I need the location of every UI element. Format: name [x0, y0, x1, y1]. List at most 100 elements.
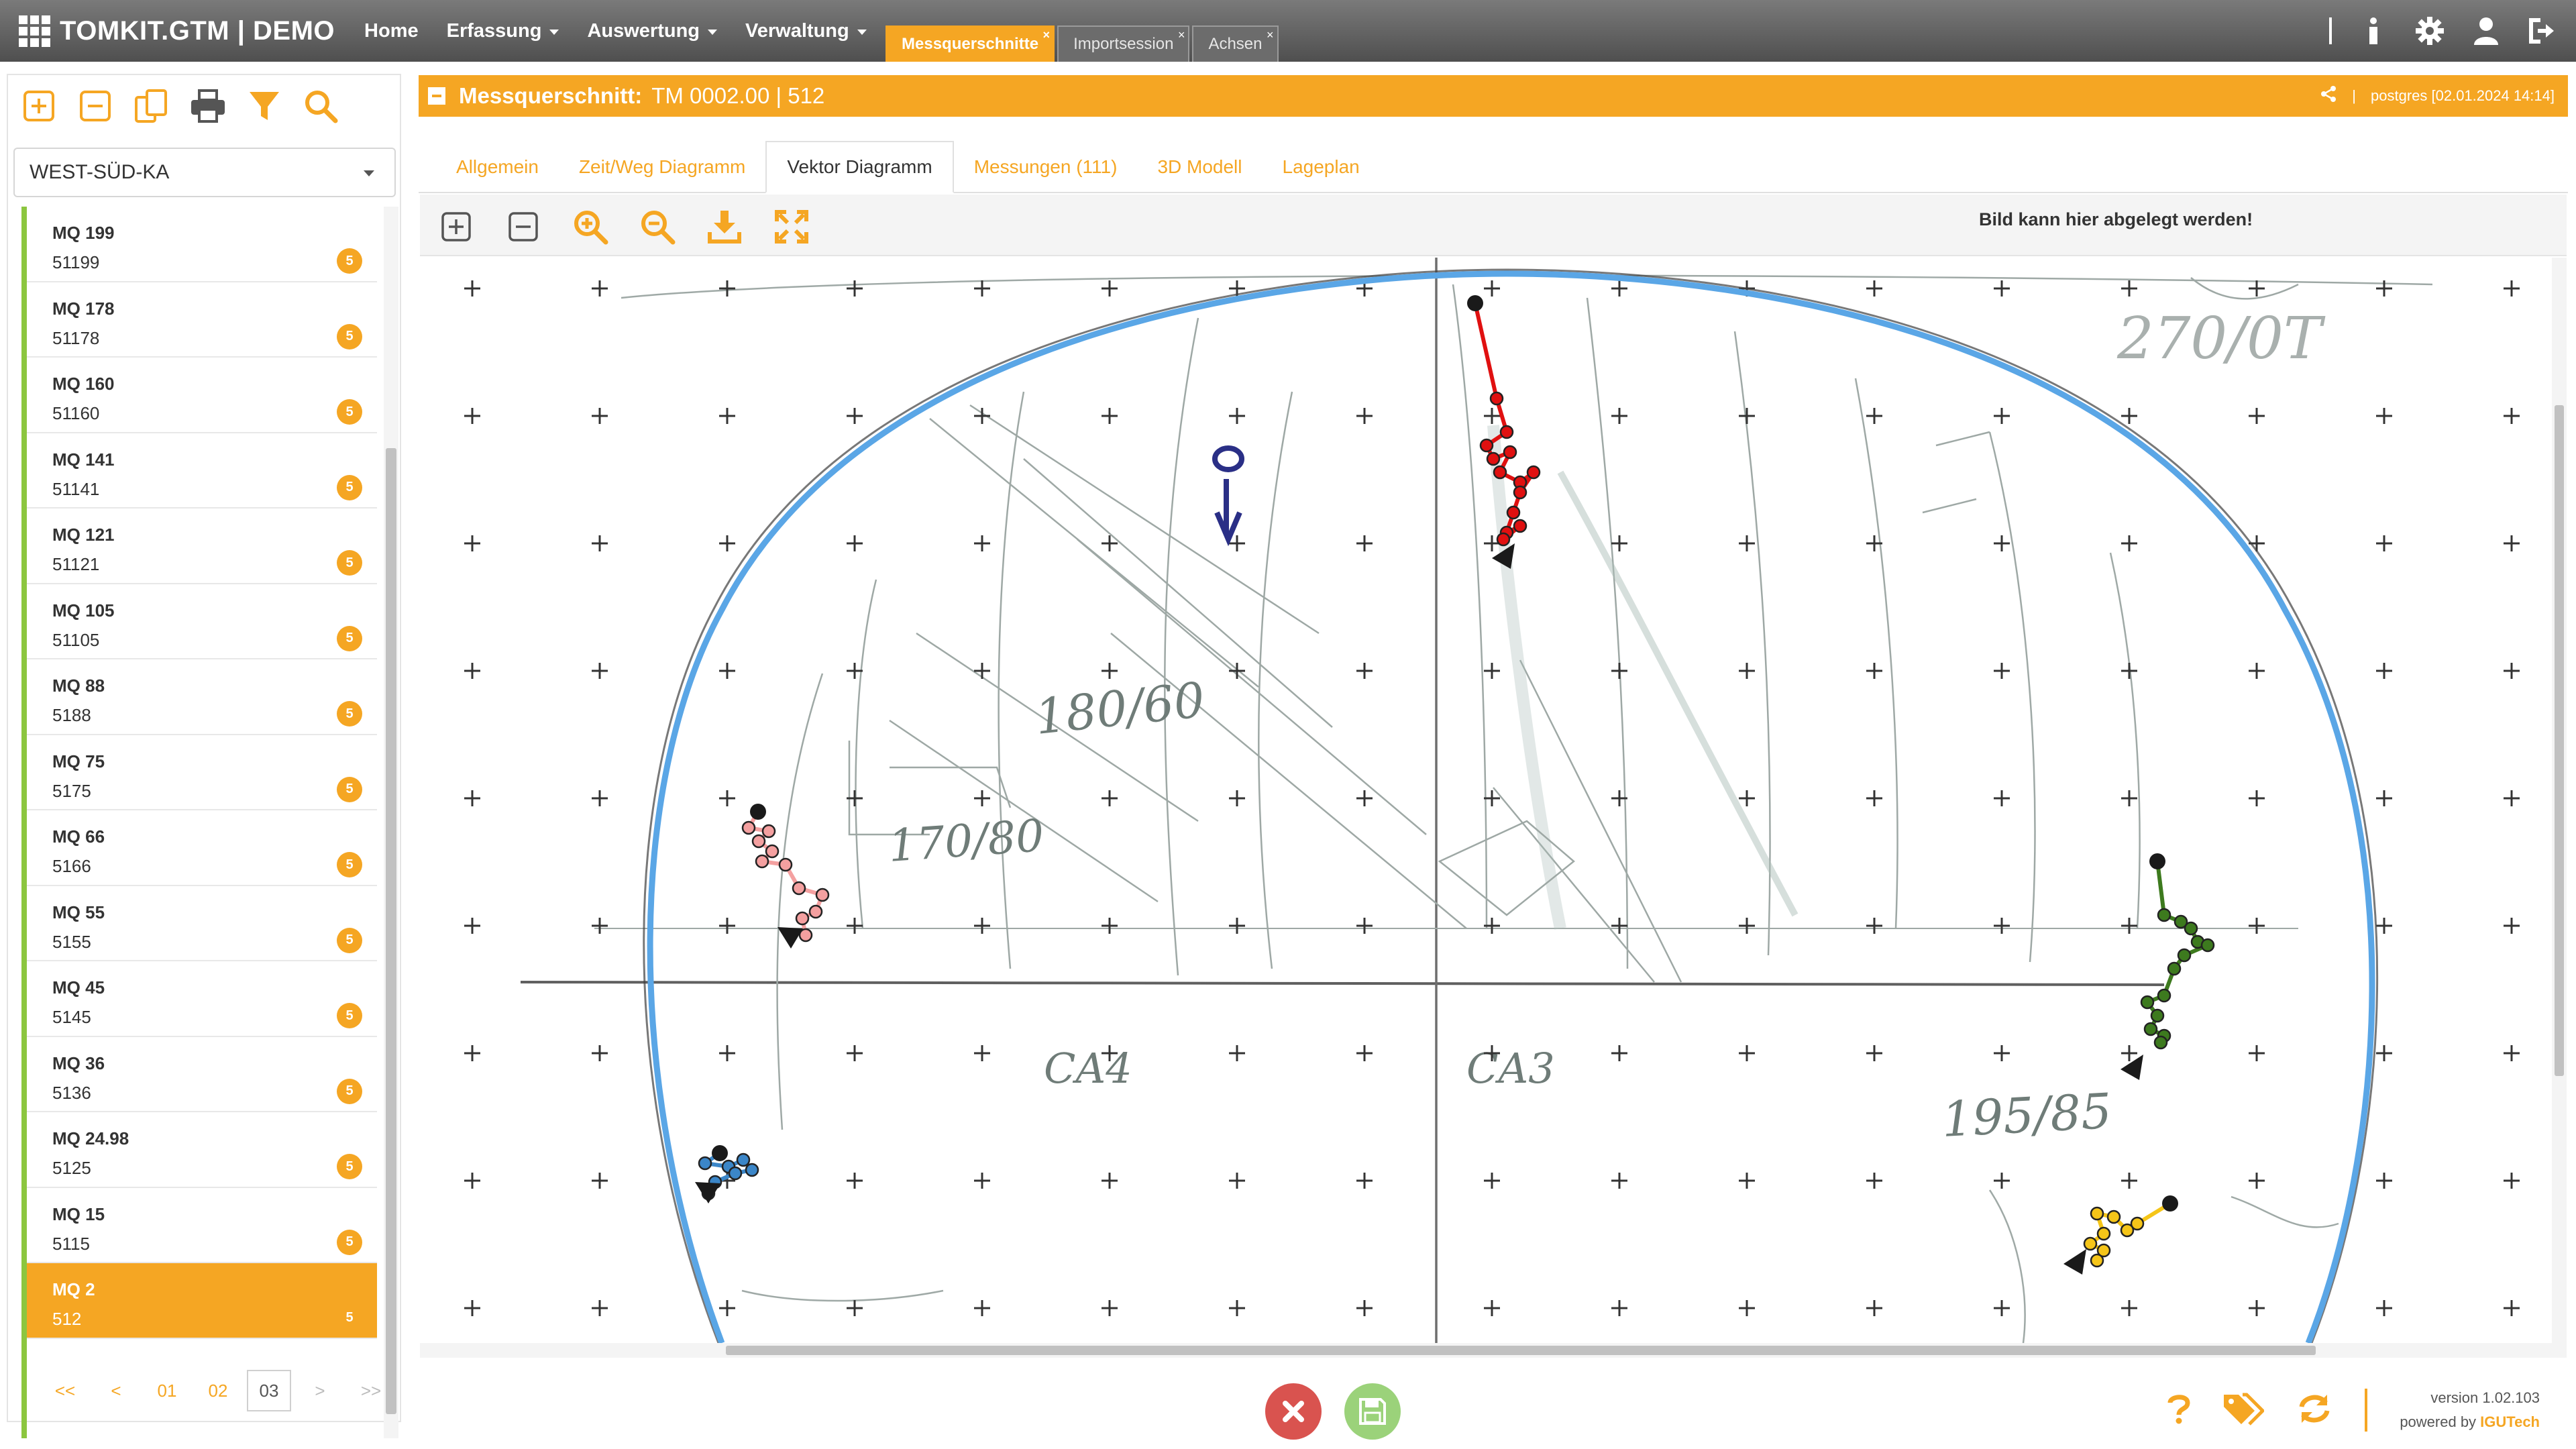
download-icon[interactable]: [704, 207, 745, 247]
session-tab-achsen[interactable]: Achsen ×: [1192, 25, 1279, 62]
measurement-point[interactable]: [1486, 451, 1501, 466]
page-button[interactable]: 02: [196, 1370, 240, 1411]
session-tab-messquerschnitte[interactable]: Messquerschnitte ×: [885, 25, 1055, 62]
measurement-point[interactable]: [1513, 485, 1527, 500]
info-icon[interactable]: [2359, 16, 2388, 46]
measurement-point[interactable]: [1513, 519, 1527, 533]
measurement-point[interactable]: [2177, 948, 2192, 963]
scrollbar-thumb[interactable]: [726, 1346, 2316, 1355]
measurement-point[interactable]: [2184, 921, 2198, 936]
cancel-button[interactable]: [1265, 1383, 1322, 1440]
igutech-brand[interactable]: IGUTech: [2480, 1413, 2540, 1430]
page-button[interactable]: <<: [43, 1370, 87, 1411]
reference-point[interactable]: [712, 1145, 728, 1161]
measurement-point[interactable]: [2096, 1226, 2111, 1241]
user-icon[interactable]: [2471, 16, 2501, 46]
nav-verwaltung[interactable]: Verwaltung: [745, 20, 867, 42]
page-button[interactable]: >: [298, 1370, 342, 1411]
tags-icon[interactable]: [2222, 1392, 2265, 1429]
expand-icon[interactable]: [436, 207, 476, 247]
measurement-point[interactable]: [1503, 445, 1517, 460]
list-item[interactable]: MQ 15 5115 5: [27, 1187, 377, 1263]
zoom-out-icon[interactable]: [637, 207, 678, 247]
help-icon[interactable]: [2167, 1393, 2190, 1428]
measurement-point[interactable]: [1506, 505, 1521, 520]
measurement-point[interactable]: [1526, 465, 1541, 480]
collapse-all-icon[interactable]: [75, 86, 115, 126]
page-button[interactable]: >>: [349, 1370, 393, 1411]
measurement-point[interactable]: [1496, 532, 1511, 547]
measurement-point[interactable]: [741, 820, 756, 835]
measurement-point[interactable]: [755, 854, 769, 869]
close-icon[interactable]: ×: [1178, 28, 1185, 42]
measurement-point[interactable]: [2083, 1236, 2098, 1251]
tab-lageplan[interactable]: Lageplan: [1263, 141, 1380, 193]
vector-crown[interactable]: [1467, 295, 1541, 569]
measurement-point[interactable]: [765, 844, 780, 859]
measurement-point[interactable]: [736, 1152, 751, 1167]
nav-home[interactable]: Home: [364, 20, 419, 42]
page-button[interactable]: 01: [145, 1370, 189, 1411]
tab-3d-modell[interactable]: 3D Modell: [1137, 141, 1262, 193]
measurement-point[interactable]: [2153, 1035, 2168, 1050]
copy-icon[interactable]: [131, 86, 172, 126]
measurement-point[interactable]: [795, 911, 810, 926]
logout-icon[interactable]: [2528, 16, 2557, 46]
vector-right-upper[interactable]: [2121, 853, 2215, 1080]
expand-all-icon[interactable]: [19, 86, 59, 126]
measurement-point[interactable]: [2140, 995, 2155, 1010]
measurement-point[interactable]: [2157, 908, 2171, 922]
measurement-point[interactable]: [2167, 961, 2182, 976]
measurement-point[interactable]: [808, 904, 823, 919]
list-item[interactable]: MQ 45 5145 5: [27, 961, 377, 1037]
search-icon[interactable]: [301, 86, 341, 126]
page-button[interactable]: <: [94, 1370, 138, 1411]
nav-erfassung[interactable]: Erfassung: [447, 20, 559, 42]
tab-zeit-weg-diagramm[interactable]: Zeit/Weg Diagramm: [559, 141, 765, 193]
measurement-point[interactable]: [2143, 1022, 2158, 1036]
track-select[interactable]: WEST-SÜD-KA: [13, 148, 396, 197]
vector-left-upper[interactable]: [741, 804, 830, 949]
measurement-point[interactable]: [815, 888, 830, 902]
list-item[interactable]: MQ 66 5166 5: [27, 810, 377, 886]
vector-diagram[interactable]: 270/0T 180/60 170/80 195/85 CA4 CA3: [420, 258, 2567, 1358]
tab-messungen-111[interactable]: Messungen (111): [954, 141, 1138, 193]
measurement-point[interactable]: [698, 1156, 712, 1171]
measurement-point[interactable]: [2120, 1223, 2135, 1238]
list-item[interactable]: MQ 88 5188 5: [27, 659, 377, 735]
diagram-scrollbar-horizontal[interactable]: [420, 1343, 2552, 1358]
list-item[interactable]: MQ 121 51121 5: [27, 508, 377, 584]
apps-grid-icon[interactable]: [19, 15, 50, 47]
brand[interactable]: TOMKIT.GTM | DEMO: [19, 0, 335, 62]
reference-point[interactable]: [1467, 295, 1483, 311]
reference-point[interactable]: [2162, 1195, 2178, 1212]
diagram-scrollbar-vertical[interactable]: [2552, 258, 2567, 1358]
session-tab-importsession[interactable]: Importsession ×: [1057, 25, 1190, 62]
measurement-point[interactable]: [2157, 988, 2171, 1003]
tab-allgemein[interactable]: Allgemein: [436, 141, 559, 193]
list-item[interactable]: MQ 105 51105 5: [27, 584, 377, 659]
gear-icon[interactable]: [2415, 16, 2445, 46]
filter-icon[interactable]: [244, 86, 284, 126]
fullscreen-icon[interactable]: [771, 207, 812, 247]
measurement-point[interactable]: [2200, 938, 2215, 953]
share-icon[interactable]: [2320, 85, 2337, 107]
list-item[interactable]: MQ 199 51199 5: [27, 207, 377, 282]
measurement-point[interactable]: [761, 824, 776, 839]
close-icon[interactable]: ×: [1267, 28, 1274, 42]
list-item[interactable]: MQ 178 51178 5: [27, 282, 377, 358]
measurement-point[interactable]: [1493, 465, 1507, 480]
print-icon[interactable]: [188, 86, 228, 126]
save-button[interactable]: [1344, 1383, 1401, 1440]
collapse-icon[interactable]: [428, 87, 445, 105]
list-item[interactable]: MQ 36 5136 5: [27, 1036, 377, 1112]
measurement-point[interactable]: [745, 1163, 759, 1177]
measurement-point[interactable]: [1489, 391, 1504, 406]
measurement-point[interactable]: [2090, 1253, 2104, 1268]
list-item[interactable]: MQ 141 51141 5: [27, 433, 377, 508]
measurement-point[interactable]: [728, 1166, 743, 1181]
measurement-point[interactable]: [1479, 438, 1494, 453]
measurement-point[interactable]: [1499, 425, 1514, 439]
measurement-point[interactable]: [792, 881, 806, 896]
tab-vektor-diagramm[interactable]: Vektor Diagramm: [765, 141, 954, 193]
